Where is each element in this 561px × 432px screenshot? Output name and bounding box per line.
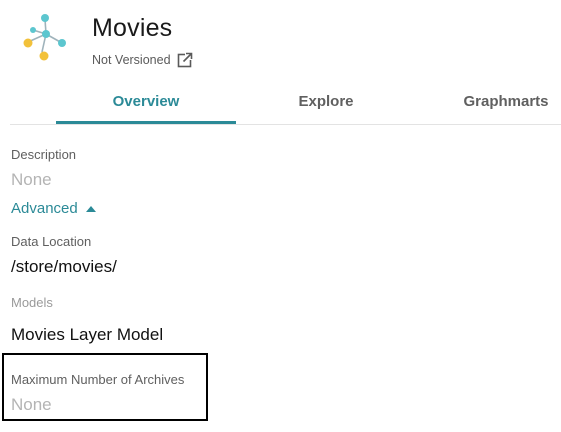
tab-bar: Overview Explore Graphmarts (56, 80, 561, 125)
tabs-divider (10, 124, 561, 125)
data-location-label: Data Location (11, 234, 92, 249)
models-value: Movies Layer Model (11, 325, 164, 344)
external-link-icon[interactable] (177, 52, 193, 68)
tab-explore[interactable]: Explore (236, 80, 416, 123)
page-title: Movies (92, 14, 173, 42)
data-location-value: /store/movies/ (11, 257, 117, 276)
description-value: None (11, 170, 52, 189)
description-label: Description (11, 147, 77, 162)
models-label: Models (11, 295, 53, 310)
version-status-row: Not Versioned (92, 52, 193, 68)
caret-up-icon (85, 206, 96, 212)
advanced-label: Advanced (11, 200, 78, 217)
tab-graphmarts[interactable]: Graphmarts (416, 80, 561, 123)
highlight-box (2, 353, 208, 421)
tab-overview[interactable]: Overview (56, 80, 236, 123)
graph-nodes-icon (23, 14, 66, 61)
version-status: Not Versioned (92, 53, 171, 67)
dataset-overview-page: Movies Not Versioned Overview Explore Gr… (0, 0, 561, 432)
advanced-toggle[interactable]: Advanced (11, 200, 96, 217)
